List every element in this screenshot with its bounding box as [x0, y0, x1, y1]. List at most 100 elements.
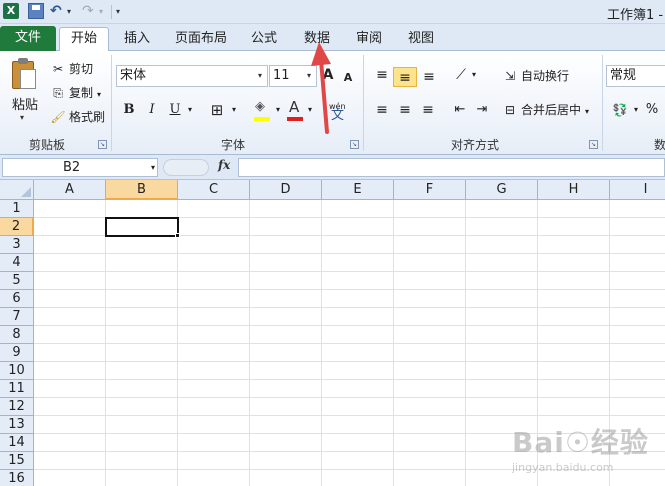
wrap-text-button[interactable]: ⇲ 自动换行 — [502, 66, 569, 86]
tab-file[interactable]: 文件 — [0, 26, 56, 51]
percent-button[interactable]: % — [644, 100, 660, 120]
font-launcher-icon[interactable]: ↘ — [350, 140, 359, 149]
watermark-brand: Bai☉经验 — [512, 426, 649, 459]
chevron-down-icon[interactable]: ▾ — [253, 66, 267, 86]
bold-button[interactable]: B — [120, 100, 138, 120]
row-header-5[interactable]: 5 — [0, 272, 34, 290]
row-header-1[interactable]: 1 — [0, 200, 34, 218]
tab-insert[interactable]: 插入 — [114, 28, 160, 51]
grid-hline — [34, 289, 665, 290]
customize-toolbar-icon[interactable]: ▾ — [116, 3, 132, 19]
insert-function-button[interactable]: fx — [218, 158, 230, 172]
row-header-11[interactable]: 11 — [0, 380, 34, 398]
font-name-combo[interactable]: 宋体 ▾ — [116, 65, 268, 87]
watermark-url: jingyan.baidu.com — [512, 461, 614, 474]
redo-dropdown-icon[interactable]: ▾ — [99, 3, 115, 19]
merge-center-button[interactable]: ⊟ 合并后居中 ▾ — [502, 100, 589, 120]
underline-button[interactable]: U — [166, 100, 184, 120]
column-header-e[interactable]: E — [322, 180, 394, 200]
tab-page-layout[interactable]: 页面布局 — [170, 28, 232, 51]
column-header-i[interactable]: I — [610, 180, 665, 200]
copy-button[interactable]: ⎘ 复制 ▾ — [50, 83, 101, 103]
group-divider — [111, 55, 112, 151]
merge-dropdown-icon[interactable]: ▾ — [585, 107, 589, 116]
chevron-down-icon[interactable]: ▾ — [151, 159, 155, 176]
active-cell[interactable] — [105, 217, 179, 237]
italic-button[interactable]: I — [143, 100, 161, 120]
clipboard-group-label: 剪贴板 — [28, 138, 65, 152]
row-header-12[interactable]: 12 — [0, 398, 34, 416]
select-all-button[interactable] — [0, 180, 34, 200]
row-header-13[interactable]: 13 — [0, 416, 34, 434]
window-title: 工作簿1 - — [607, 8, 664, 23]
alignment-launcher-icon[interactable]: ↘ — [589, 140, 598, 149]
currency-icon[interactable]: 💱 — [610, 100, 630, 120]
decrease-indent-icon[interactable]: ⇤ — [450, 100, 470, 120]
copy-dropdown-icon[interactable]: ▾ — [97, 90, 101, 99]
align-bottom-icon[interactable]: ≡ — [418, 67, 440, 87]
excel-icon[interactable]: X — [3, 3, 19, 19]
annotation-arrow-icon — [311, 42, 331, 134]
align-right-icon[interactable]: ≡ — [417, 100, 439, 120]
paste-dropdown-icon[interactable]: ▾ — [20, 113, 24, 122]
save-icon[interactable] — [28, 3, 44, 19]
row-header-6[interactable]: 6 — [0, 290, 34, 308]
currency-dropdown-icon[interactable]: ▾ — [631, 100, 641, 120]
grid-hline — [34, 397, 665, 398]
copy-icon: ⎘ — [53, 86, 63, 100]
redo-icon[interactable]: ↷ — [82, 3, 98, 19]
row-header-9[interactable]: 9 — [0, 344, 34, 362]
paste-button[interactable]: 粘贴 — [12, 94, 38, 113]
fill-handle[interactable] — [175, 233, 180, 238]
column-header-b[interactable]: B — [106, 180, 178, 200]
format-painter-button[interactable]: 🖌 格式刷 — [50, 107, 105, 127]
clipboard-launcher-icon[interactable]: ↘ — [98, 140, 107, 149]
column-header-f[interactable]: F — [394, 180, 466, 200]
underline-dropdown-icon[interactable]: ▾ — [185, 100, 195, 120]
grid-hline — [34, 379, 665, 380]
row-header-15[interactable]: 15 — [0, 452, 34, 470]
row-header-16[interactable]: 16 — [0, 470, 34, 486]
tab-home[interactable]: 开始 — [59, 27, 109, 51]
column-header-h[interactable]: H — [538, 180, 610, 200]
row-header-3[interactable]: 3 — [0, 236, 34, 254]
column-header-c[interactable]: C — [178, 180, 250, 200]
tab-review[interactable]: 审阅 — [348, 28, 390, 51]
column-header-g[interactable]: G — [466, 180, 538, 200]
increase-indent-icon[interactable]: ⇥ — [472, 100, 492, 120]
tab-formulas[interactable]: 公式 — [243, 28, 285, 51]
align-center-icon[interactable]: ≡ — [394, 100, 416, 120]
name-box[interactable]: B2 ▾ — [2, 158, 158, 177]
row-header-7[interactable]: 7 — [0, 308, 34, 326]
paste-icon[interactable] — [10, 57, 38, 91]
undo-dropdown-icon[interactable]: ▾ — [67, 3, 83, 19]
grid-hline — [34, 361, 665, 362]
grid-hline — [34, 325, 665, 326]
column-header-d[interactable]: D — [250, 180, 322, 200]
fill-color-dropdown-icon[interactable]: ▾ — [273, 100, 283, 120]
brush-icon: 🖌 — [50, 110, 66, 124]
align-middle-icon[interactable]: ≡ — [393, 67, 417, 87]
cut-button[interactable]: ✂ 剪切 — [50, 59, 93, 79]
formula-input[interactable] — [238, 158, 665, 177]
format-painter-label: 格式刷 — [69, 110, 106, 124]
row-header-14[interactable]: 14 — [0, 434, 34, 452]
number-format-combo[interactable]: 常规 — [606, 65, 665, 87]
scissors-icon: ✂ — [52, 62, 64, 76]
row-header-4[interactable]: 4 — [0, 254, 34, 272]
orientation-dropdown-icon[interactable]: ▾ — [469, 65, 479, 85]
tab-view[interactable]: 视图 — [400, 28, 442, 51]
column-header-a[interactable]: A — [34, 180, 106, 200]
fill-color-button[interactable]: ◈ — [252, 97, 272, 123]
font-color-button[interactable]: A — [285, 97, 305, 123]
align-left-icon[interactable]: ≡ — [371, 100, 393, 120]
font-group-label: 字体 — [220, 138, 245, 152]
row-header-8[interactable]: 8 — [0, 326, 34, 344]
row-header-2[interactable]: 2 — [0, 218, 34, 236]
merge-center-label: 合并后居中 — [521, 103, 582, 117]
align-top-icon[interactable]: ≡ — [371, 65, 393, 85]
borders-dropdown-icon[interactable]: ▾ — [229, 100, 239, 120]
undo-icon[interactable]: ↶ — [50, 3, 66, 19]
row-header-10[interactable]: 10 — [0, 362, 34, 380]
borders-icon[interactable]: ⊞ — [207, 100, 227, 120]
